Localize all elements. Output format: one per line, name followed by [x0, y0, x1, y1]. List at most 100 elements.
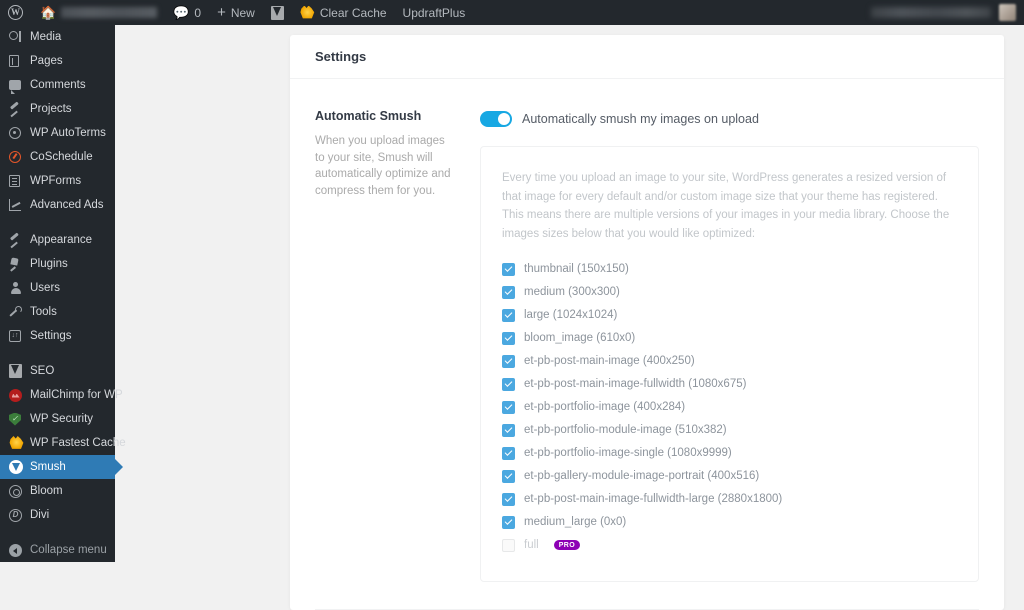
size-checkbox[interactable] [502, 401, 515, 414]
sidebar-item-users[interactable]: Users [0, 276, 115, 300]
size-checkbox[interactable] [502, 286, 515, 299]
admin-bar: W 🏠 💬 0 + New Clear Cache UpdraftPlus [0, 0, 1024, 25]
sidebar-item-label: Settings [29, 330, 72, 342]
coschedule-icon [9, 151, 29, 163]
automatic-smush-toggle-label: Automatically smush my images on upload [522, 112, 759, 126]
site-name-redacted [61, 7, 157, 18]
size-label: et-pb-post-main-image-fullwidth-large (2… [524, 493, 782, 505]
yoast-seo-icon [271, 6, 284, 20]
adminbar-updraftplus[interactable]: UpdraftPlus [395, 0, 474, 25]
sidebar-item-label: Comments [29, 79, 86, 91]
updraftplus-label: UpdraftPlus [403, 6, 466, 20]
adminbar-my-account[interactable] [871, 4, 1024, 21]
size-checkbox[interactable] [502, 516, 515, 529]
adminbar-wordpress-logo[interactable]: W [0, 0, 32, 25]
sidebar-item-smush[interactable]: Smush [0, 455, 115, 479]
wp-fastest-cache-icon [300, 6, 315, 20]
sidebar-item-mailchimp-for-wp[interactable]: MailChimp for WP [0, 383, 115, 407]
size-checkbox[interactable] [502, 355, 515, 368]
size-label: et-pb-portfolio-image (400x284) [524, 401, 685, 413]
adminbar-comments[interactable]: 💬 0 [165, 0, 209, 25]
sidebar-item-wp-autoterms[interactable]: WP AutoTerms [0, 121, 115, 145]
settings-gear-icon [9, 330, 29, 342]
size-label: et-pb-gallery-module-image-portrait (400… [524, 470, 759, 482]
automatic-smush-toggle[interactable] [480, 111, 512, 127]
size-checkbox[interactable] [502, 263, 515, 276]
list-item[interactable]: et-pb-post-main-image-fullwidth (1080x67… [502, 373, 957, 396]
sidebar-collapse-menu-button[interactable]: Collapse menu [0, 538, 115, 562]
sidebar-item-label: Plugins [29, 258, 68, 270]
size-checkbox[interactable] [502, 493, 515, 506]
list-item[interactable]: et-pb-portfolio-image-single (1080x9999) [502, 442, 957, 465]
sidebar-item-label: WP Security [29, 413, 93, 425]
sidebar-item-media[interactable]: Media [0, 25, 115, 49]
sidebar-item-seo[interactable]: SEO [0, 359, 115, 383]
list-item[interactable]: medium_large (0x0) [502, 511, 957, 534]
sidebar-item-label: Pages [29, 55, 63, 67]
advanced-ads-icon [9, 199, 29, 211]
sidebar-item-advanced-ads[interactable]: Advanced Ads [0, 193, 115, 217]
adminbar-yoast-seo[interactable] [263, 0, 292, 25]
adminbar-new-content[interactable]: + New [209, 0, 263, 25]
list-item[interactable]: et-pb-post-main-image (400x250) [502, 350, 957, 373]
wp-autoterms-icon [9, 127, 29, 139]
sidebar-item-label: Divi [29, 509, 49, 521]
list-item[interactable]: et-pb-post-main-image-fullwidth-large (2… [502, 488, 957, 511]
size-checkbox[interactable] [502, 332, 515, 345]
list-item[interactable]: et-pb-portfolio-image (400x284) [502, 396, 957, 419]
size-checkbox[interactable] [502, 424, 515, 437]
sidebar-item-label: MailChimp for WP [29, 389, 123, 401]
sidebar-item-projects[interactable]: Projects [0, 97, 115, 121]
wordpress-logo-icon: W [8, 5, 23, 20]
sidebar-item-comments[interactable]: Comments [0, 73, 115, 97]
sidebar-item-wpforms[interactable]: WPForms [0, 169, 115, 193]
wp-security-shield-icon [9, 413, 29, 426]
adminbar-clear-cache[interactable]: Clear Cache [292, 0, 395, 25]
size-checkbox[interactable] [502, 378, 515, 391]
plugins-icon [9, 258, 29, 270]
sidebar-item-divi[interactable]: D Divi [0, 503, 115, 527]
list-item[interactable]: large (1024x1024) [502, 304, 957, 327]
list-item[interactable]: thumbnail (150x150) [502, 258, 957, 281]
size-checkbox[interactable] [502, 309, 515, 322]
sidebar-item-settings[interactable]: Settings [0, 324, 115, 348]
sidebar-item-coschedule[interactable]: CoSchedule [0, 145, 115, 169]
sidebar-item-bloom[interactable]: Bloom [0, 479, 115, 503]
list-item[interactable]: full PRO [502, 534, 957, 557]
pro-badge: PRO [554, 540, 580, 550]
section-description: When you upload images to your site, Smu… [315, 133, 455, 200]
sidebar-item-label: Projects [29, 103, 72, 115]
size-label: medium (300x300) [524, 286, 620, 298]
sidebar-item-label: WP AutoTerms [29, 127, 106, 139]
comment-icon: 💬 [173, 6, 189, 19]
sidebar-item-label: Media [29, 31, 61, 43]
size-checkbox[interactable] [502, 539, 515, 552]
sidebar-item-wp-fastest-cache[interactable]: WP Fastest Cache [0, 431, 115, 455]
sidebar-separator [0, 217, 115, 228]
projects-pin-icon [9, 103, 29, 115]
size-checkbox[interactable] [502, 447, 515, 460]
size-label: et-pb-portfolio-module-image (510x382) [524, 424, 727, 436]
pages-icon [9, 55, 29, 67]
panel-footer-divider [315, 609, 979, 610]
list-item[interactable]: bloom_image (610x0) [502, 327, 957, 350]
sidebar-collapse-label: Collapse menu [29, 544, 107, 556]
list-item[interactable]: et-pb-gallery-module-image-portrait (400… [502, 465, 957, 488]
sidebar-item-appearance[interactable]: Appearance [0, 228, 115, 252]
section-description-column: Automatic Smush When you upload images t… [315, 109, 475, 582]
list-item[interactable]: medium (300x300) [502, 281, 957, 304]
sidebar-item-label: WP Fastest Cache [29, 437, 126, 449]
sidebar-item-tools[interactable]: Tools [0, 300, 115, 324]
sidebar-item-label: CoSchedule [29, 151, 93, 163]
sidebar-item-plugins[interactable]: Plugins [0, 252, 115, 276]
yoast-seo-icon [9, 364, 29, 378]
sidebar-item-pages[interactable]: Pages [0, 49, 115, 73]
sidebar-item-wp-security[interactable]: WP Security [0, 407, 115, 431]
size-checkbox[interactable] [502, 470, 515, 483]
adminbar-site-home[interactable]: 🏠 [32, 0, 165, 25]
sidebar-item-label: Advanced Ads [29, 199, 104, 211]
size-label: et-pb-post-main-image-fullwidth (1080x67… [524, 378, 746, 390]
wp-fastest-cache-icon [9, 436, 29, 450]
size-label: thumbnail (150x150) [524, 263, 629, 275]
list-item[interactable]: et-pb-portfolio-module-image (510x382) [502, 419, 957, 442]
